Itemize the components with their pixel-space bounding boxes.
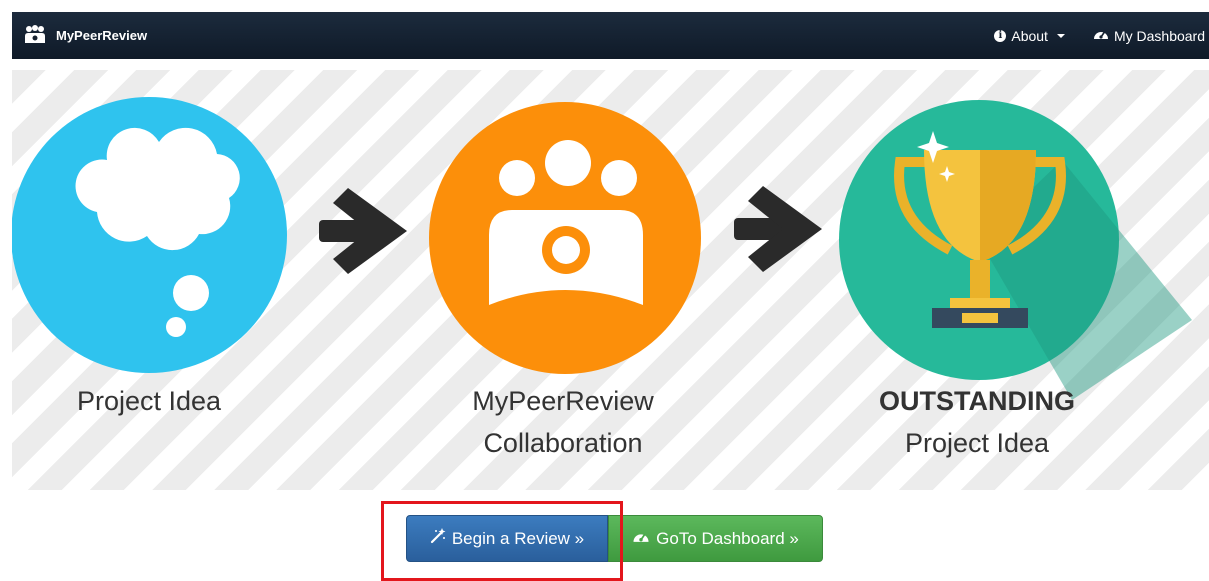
- dashboard-icon: [632, 529, 650, 549]
- thought-cloud-icon: [12, 97, 287, 373]
- brand-name: MyPeerReview: [56, 28, 148, 43]
- arrow-right-icon: [734, 186, 822, 272]
- magic-wand-icon: [430, 528, 446, 549]
- step1-line1: Project Idea: [76, 386, 222, 416]
- goto-dashboard-label: GoTo Dashboard »: [656, 528, 799, 548]
- step-label-collaboration: MyPeerReview Collaboration: [383, 380, 743, 464]
- top-navbar: MyPeerReview i About My Dashboard: [12, 12, 1209, 59]
- brand-link[interactable]: MyPeerReview: [24, 12, 147, 59]
- about-dropdown[interactable]: i About: [994, 28, 1065, 44]
- about-label: About: [1011, 27, 1048, 44]
- dashboard-icon: [1093, 27, 1109, 44]
- step3-line1: OUTSTANDING: [879, 386, 1075, 416]
- my-dashboard-label: My Dashboard: [1113, 27, 1205, 44]
- trophy-icon: [839, 100, 1192, 400]
- info-icon: i: [994, 29, 1007, 42]
- begin-review-button[interactable]: Begin a Review »: [406, 515, 608, 562]
- group-icon: [24, 25, 46, 46]
- step3-line2: Project Idea: [904, 428, 1050, 458]
- my-dashboard-link[interactable]: My Dashboard: [1093, 27, 1205, 44]
- step-label-project-idea: Project Idea: [12, 380, 329, 422]
- caret-down-icon: [1056, 33, 1065, 38]
- begin-review-label: Begin a Review »: [451, 528, 585, 548]
- step-label-outstanding: OUTSTANDING Project Idea: [797, 380, 1157, 464]
- goto-dashboard-button[interactable]: GoTo Dashboard »: [608, 515, 823, 562]
- users-group-icon: [429, 102, 701, 374]
- process-hero: Project Idea MyPeerReview Collaboration …: [12, 70, 1209, 490]
- arrow-right-icon: [319, 188, 407, 274]
- step2-line1: MyPeerReview: [472, 386, 654, 416]
- step2-line2: Collaboration: [483, 428, 643, 458]
